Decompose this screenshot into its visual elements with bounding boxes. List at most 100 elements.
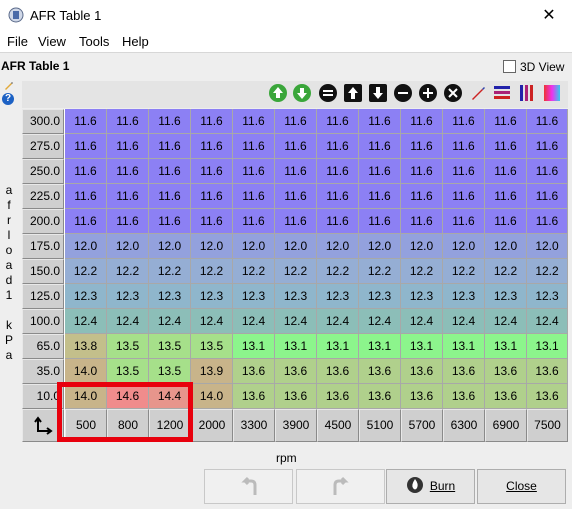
table-cell[interactable]: 11.6	[359, 184, 401, 209]
table-cell[interactable]: 12.3	[65, 284, 107, 309]
table-cell[interactable]: 12.2	[359, 259, 401, 284]
table-cell[interactable]: 12.0	[401, 234, 443, 259]
table-cell[interactable]: 12.0	[443, 234, 485, 259]
table-cell[interactable]: 11.6	[191, 184, 233, 209]
table-cell[interactable]: 12.3	[527, 284, 568, 309]
table-cell[interactable]: 14.0	[191, 384, 233, 409]
col-header[interactable]: 5100	[359, 409, 401, 442]
table-cell[interactable]: 11.6	[233, 159, 275, 184]
table-cell[interactable]: 13.6	[317, 384, 359, 409]
table-cell[interactable]: 13.6	[359, 359, 401, 384]
table-cell[interactable]: 11.6	[443, 134, 485, 159]
row-header[interactable]: 300.0	[22, 109, 64, 134]
table-cell[interactable]: 11.6	[107, 184, 149, 209]
table-cell[interactable]: 11.6	[233, 184, 275, 209]
axis-swap-button[interactable]	[22, 409, 64, 442]
table-cell[interactable]: 11.6	[149, 134, 191, 159]
col-header[interactable]: 500	[65, 409, 107, 442]
undo-button[interactable]	[204, 469, 293, 504]
table-cell[interactable]: 13.5	[149, 359, 191, 384]
row-header[interactable]: 225.0	[22, 184, 64, 209]
table-cell[interactable]: 12.2	[275, 259, 317, 284]
table-cell[interactable]: 11.6	[485, 134, 527, 159]
col-header[interactable]: 800	[107, 409, 149, 442]
table-cell[interactable]: 11.6	[65, 109, 107, 134]
table-cell[interactable]: 11.6	[149, 209, 191, 234]
table-cell[interactable]: 11.6	[443, 109, 485, 134]
table-cell[interactable]: 14.0	[65, 384, 107, 409]
table-cell[interactable]: 12.3	[149, 284, 191, 309]
table-cell[interactable]: 12.4	[317, 309, 359, 334]
3d-view-checkbox[interactable]	[503, 60, 516, 73]
set-equal-icon[interactable]	[318, 83, 338, 103]
table-cell[interactable]: 12.0	[191, 234, 233, 259]
table-cell[interactable]: 13.1	[359, 334, 401, 359]
menu-view[interactable]: View	[38, 34, 66, 49]
table-cell[interactable]: 11.6	[233, 109, 275, 134]
table-cell[interactable]: 11.6	[485, 159, 527, 184]
table-cell[interactable]: 13.1	[401, 334, 443, 359]
table-cell[interactable]: 14.4	[149, 384, 191, 409]
multiply-icon[interactable]	[443, 83, 463, 103]
table-cell[interactable]: 11.6	[233, 209, 275, 234]
table-cell[interactable]: 13.6	[317, 359, 359, 384]
table-cell[interactable]: 13.6	[485, 359, 527, 384]
col-header[interactable]: 1200	[149, 409, 191, 442]
table-cell[interactable]: 13.1	[233, 334, 275, 359]
table-cell[interactable]: 12.4	[233, 309, 275, 334]
row-header[interactable]: 250.0	[22, 159, 64, 184]
table-cell[interactable]: 13.6	[401, 359, 443, 384]
table-cell[interactable]: 11.6	[443, 159, 485, 184]
table-cell[interactable]: 12.0	[233, 234, 275, 259]
table-cell[interactable]: 12.2	[317, 259, 359, 284]
table-cell[interactable]: 11.6	[401, 159, 443, 184]
table-cell[interactable]: 11.6	[65, 134, 107, 159]
table-cell[interactable]: 13.6	[359, 384, 401, 409]
table-cell[interactable]: 11.6	[527, 134, 568, 159]
table-cell[interactable]: 12.4	[485, 309, 527, 334]
table-cell[interactable]: 12.2	[65, 259, 107, 284]
table-cell[interactable]: 12.0	[485, 234, 527, 259]
table-cell[interactable]: 11.6	[443, 209, 485, 234]
table-cell[interactable]: 11.6	[275, 134, 317, 159]
table-cell[interactable]: 12.3	[485, 284, 527, 309]
table-cell[interactable]: 11.6	[359, 159, 401, 184]
row-header[interactable]: 175.0	[22, 234, 64, 259]
table-cell[interactable]: 13.1	[485, 334, 527, 359]
add-icon[interactable]	[418, 83, 438, 103]
table-cell[interactable]: 12.2	[527, 259, 568, 284]
close-button[interactable]: Close	[477, 469, 566, 504]
edit-pencil-icon[interactable]	[3, 79, 15, 91]
table-cell[interactable]: 13.6	[275, 359, 317, 384]
table-cell[interactable]: 11.6	[359, 134, 401, 159]
table-cell[interactable]: 13.5	[107, 334, 149, 359]
table-cell[interactable]: 12.4	[443, 309, 485, 334]
table-cell[interactable]: 11.6	[275, 159, 317, 184]
pencil-icon[interactable]	[468, 83, 488, 103]
table-cell[interactable]: 11.6	[401, 184, 443, 209]
table-cell[interactable]: 13.6	[275, 384, 317, 409]
row-header[interactable]: 275.0	[22, 134, 64, 159]
table-cell[interactable]: 12.3	[107, 284, 149, 309]
vertical-gradient-icon[interactable]	[517, 83, 537, 103]
table-cell[interactable]: 12.3	[233, 284, 275, 309]
table-cell[interactable]: 13.6	[401, 384, 443, 409]
table-cell[interactable]: 11.6	[443, 184, 485, 209]
table-cell[interactable]: 11.6	[317, 159, 359, 184]
table-cell[interactable]: 11.6	[149, 159, 191, 184]
table-cell[interactable]: 11.6	[65, 184, 107, 209]
table-cell[interactable]: 13.6	[485, 384, 527, 409]
row-header[interactable]: 150.0	[22, 259, 64, 284]
col-header[interactable]: 6900	[485, 409, 527, 442]
table-cell[interactable]: 11.6	[233, 134, 275, 159]
row-header[interactable]: 200.0	[22, 209, 64, 234]
table-cell[interactable]: 11.6	[485, 184, 527, 209]
help-icon[interactable]: ?	[2, 93, 14, 105]
col-header[interactable]: 4500	[317, 409, 359, 442]
table-cell[interactable]: 11.6	[317, 109, 359, 134]
table-cell[interactable]: 11.6	[275, 109, 317, 134]
table-cell[interactable]: 11.6	[107, 134, 149, 159]
table-cell[interactable]: 13.6	[443, 384, 485, 409]
table-cell[interactable]: 13.5	[191, 334, 233, 359]
table-cell[interactable]: 11.6	[275, 184, 317, 209]
